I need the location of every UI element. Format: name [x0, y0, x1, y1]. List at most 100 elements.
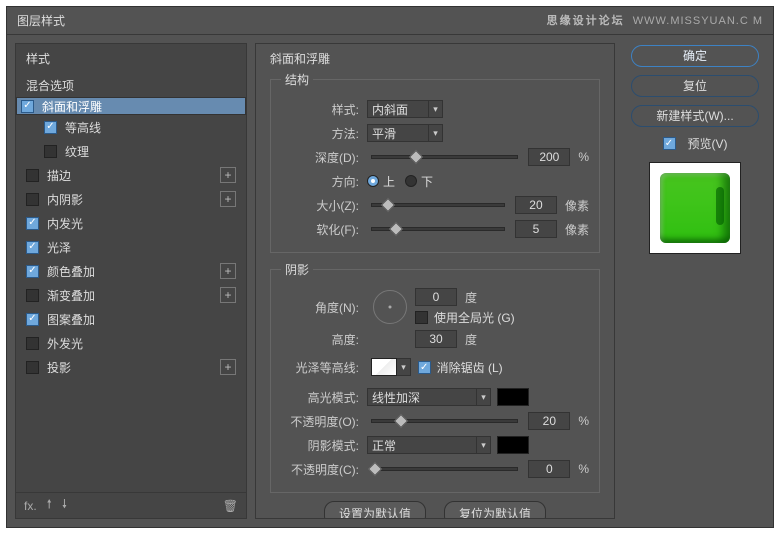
settings-panel: 斜面和浮雕 结构 样式: 内斜面▾ 方法: 平滑▾ 深度(D): 200 — [255, 35, 623, 527]
method-select[interactable]: 平滑 — [367, 124, 429, 142]
highlight-mode-label: 高光模式: — [281, 389, 367, 406]
shadow-opacity-label: 不透明度(C): — [281, 461, 367, 478]
effect-checkbox[interactable] — [26, 289, 39, 302]
arrow-down-icon[interactable]: 🠗 — [62, 495, 67, 516]
reset-default-button[interactable]: 复位为默认值 — [444, 501, 546, 519]
chevron-down-icon[interactable]: ▾ — [477, 388, 491, 406]
effect-label: 内阴影 — [47, 191, 220, 208]
angle-unit: 度 — [465, 289, 477, 306]
effect-label: 图案叠加 — [47, 311, 236, 328]
effect-checkbox[interactable] — [26, 241, 39, 254]
effect-row[interactable]: 内发光 — [16, 211, 246, 235]
arrow-up-icon[interactable]: 🠕 — [47, 495, 52, 516]
chevron-down-icon[interactable]: ▾ — [397, 358, 411, 376]
set-default-button[interactable]: 设置为默认值 — [324, 501, 426, 519]
effect-row[interactable]: 投影+ — [16, 355, 246, 379]
trash-icon[interactable]: 🗑 — [223, 499, 238, 513]
add-effect-icon[interactable]: + — [220, 263, 236, 279]
angle-label: 角度(N): — [281, 299, 367, 316]
effect-row[interactable]: 光泽 — [16, 235, 246, 259]
add-effect-icon[interactable]: + — [220, 359, 236, 375]
reset-button[interactable]: 复位 — [631, 75, 759, 97]
titlebar[interactable]: 图层样式 思缘设计论坛 WWW.MISSYUAN.C M — [7, 7, 773, 35]
antialias-label: 消除锯齿 (L) — [437, 359, 503, 376]
altitude-unit: 度 — [465, 331, 477, 348]
add-effect-icon[interactable]: + — [220, 287, 236, 303]
preview-checkbox[interactable] — [663, 137, 676, 150]
effect-row[interactable]: 斜面和浮雕 — [16, 97, 246, 115]
size-slider[interactable] — [371, 203, 505, 207]
effect-label: 投影 — [47, 359, 220, 376]
chevron-down-icon[interactable]: ▾ — [429, 100, 443, 118]
gloss-contour-label: 光泽等高线: — [281, 359, 367, 376]
effect-checkbox[interactable] — [26, 361, 39, 374]
effect-checkbox[interactable] — [26, 313, 39, 326]
highlight-mode-select[interactable]: 线性加深 — [367, 388, 477, 406]
depth-input[interactable]: 200 — [528, 148, 570, 166]
effect-checkbox[interactable] — [26, 193, 39, 206]
effect-checkbox[interactable] — [44, 121, 57, 134]
effect-checkbox[interactable] — [26, 217, 39, 230]
size-input[interactable]: 20 — [515, 196, 557, 214]
effect-label: 描边 — [47, 167, 220, 184]
effect-label: 斜面和浮雕 — [42, 98, 241, 115]
layer-style-dialog: 图层样式 思缘设计论坛 WWW.MISSYUAN.C M 样式 混合选项 斜面和… — [6, 6, 774, 528]
preview-label: 预览(V) — [688, 135, 728, 152]
depth-unit: % — [578, 150, 589, 164]
effect-label: 渐变叠加 — [47, 287, 220, 304]
method-label: 方法: — [281, 125, 367, 142]
chevron-down-icon[interactable]: ▾ — [477, 436, 491, 454]
effect-checkbox[interactable] — [44, 145, 57, 158]
depth-label: 深度(D): — [281, 149, 367, 166]
style-select[interactable]: 内斜面 — [367, 100, 429, 118]
soften-unit: 像素 — [565, 221, 589, 238]
global-light-checkbox[interactable] — [415, 311, 428, 324]
shadow-color-swatch[interactable] — [497, 436, 529, 454]
preview-box — [649, 162, 741, 254]
depth-slider[interactable] — [371, 155, 518, 159]
add-effect-icon[interactable]: + — [220, 167, 236, 183]
altitude-input[interactable]: 30 — [415, 330, 457, 348]
watermark: 思缘设计论坛 WWW.MISSYUAN.C M — [547, 7, 763, 35]
gloss-contour-swatch[interactable] — [371, 358, 397, 376]
shadow-mode-select[interactable]: 正常 — [367, 436, 477, 454]
effect-row[interactable]: 渐变叠加+ — [16, 283, 246, 307]
antialias-checkbox[interactable] — [418, 361, 431, 374]
effect-checkbox[interactable] — [26, 265, 39, 278]
ok-button[interactable]: 确定 — [631, 45, 759, 67]
structure-legend: 结构 — [281, 71, 313, 88]
effect-checkbox[interactable] — [26, 337, 39, 350]
direction-up-radio[interactable] — [367, 175, 379, 187]
blend-options-row[interactable]: 混合选项 — [16, 73, 246, 97]
structure-group: 结构 样式: 内斜面▾ 方法: 平滑▾ 深度(D): 200 % — [270, 71, 600, 253]
effect-row[interactable]: 颜色叠加+ — [16, 259, 246, 283]
highlight-opacity-input[interactable]: 20 — [528, 412, 570, 430]
direction-up-label: 上 — [383, 173, 395, 190]
soften-label: 软化(F): — [281, 221, 367, 238]
direction-down-radio[interactable] — [405, 175, 417, 187]
action-panel: 确定 复位 新建样式(W)... 预览(V) — [623, 35, 773, 527]
angle-dial[interactable] — [373, 290, 407, 324]
shadow-opacity-slider[interactable] — [371, 467, 518, 471]
shadow-group: 阴影 角度(N): 0 度 使用全局光 (G) — [270, 261, 600, 493]
effect-row[interactable]: 内阴影+ — [16, 187, 246, 211]
effect-label: 外发光 — [47, 335, 236, 352]
fx-icon[interactable]: fx. — [24, 499, 37, 513]
new-style-button[interactable]: 新建样式(W)... — [631, 105, 759, 127]
shadow-opacity-input[interactable]: 0 — [528, 460, 570, 478]
effect-row[interactable]: 外发光 — [16, 331, 246, 355]
angle-input[interactable]: 0 — [415, 288, 457, 306]
add-effect-icon[interactable]: + — [220, 191, 236, 207]
watermark-url: WWW.MISSYUAN.C M — [633, 15, 763, 27]
effect-row[interactable]: 纹理 — [16, 139, 246, 163]
chevron-down-icon[interactable]: ▾ — [429, 124, 443, 142]
effect-row[interactable]: 描边+ — [16, 163, 246, 187]
soften-input[interactable]: 5 — [515, 220, 557, 238]
effect-checkbox[interactable] — [21, 100, 34, 113]
highlight-color-swatch[interactable] — [497, 388, 529, 406]
effect-checkbox[interactable] — [26, 169, 39, 182]
soften-slider[interactable] — [371, 227, 505, 231]
effect-row[interactable]: 等高线 — [16, 115, 246, 139]
highlight-opacity-slider[interactable] — [371, 419, 518, 423]
effect-row[interactable]: 图案叠加 — [16, 307, 246, 331]
